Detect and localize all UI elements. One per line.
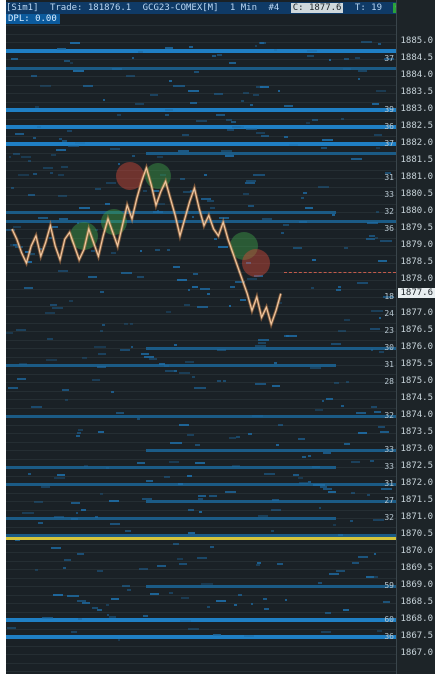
- current-price-tag: 1877.6: [398, 287, 435, 298]
- price-line-path: [11, 165, 282, 327]
- depth-volume-label: 36: [384, 122, 394, 131]
- price-tick: 1881.5: [400, 155, 433, 165]
- price-tick: 1884.0: [400, 70, 433, 80]
- price-tick: 1868.0: [400, 614, 433, 624]
- price-tick: 1878.5: [400, 257, 433, 267]
- price-tick: 1873.0: [400, 444, 433, 454]
- price-axis[interactable]: 1885.0 1884.5 1884.0 1883.5 1883.0 1882.5 1882…: [396, 0, 435, 674]
- depth-volume-label: 36: [384, 224, 394, 233]
- price-tick: 1883.5: [400, 87, 433, 97]
- depth-volume-label: 31: [384, 360, 394, 369]
- price-tick: 1882.0: [400, 138, 433, 148]
- price-tick: 1879.5: [400, 223, 433, 233]
- depth-volume-label: 32: [384, 207, 394, 216]
- price-tick: 1881.0: [400, 172, 433, 182]
- depth-volume-label: 37: [384, 139, 394, 148]
- price-tick: 1871.0: [400, 512, 433, 522]
- sim-mode: [Sim1]: [6, 3, 39, 13]
- price-tick: 1875.0: [400, 376, 433, 386]
- depth-volume-label: 59: [384, 581, 394, 590]
- price-tick: 1875.5: [400, 359, 433, 369]
- depth-volume-label: 33: [384, 445, 394, 454]
- price-tick: 1874.0: [400, 410, 433, 420]
- price-tick: 1869.0: [400, 580, 433, 590]
- depth-volume-label: 32: [384, 513, 394, 522]
- price-tick: 1868.5: [400, 597, 433, 607]
- current-price-line: [284, 272, 396, 274]
- chart-header: [Sim1] Trade: 181876.1 GCG23-COMEX[M] 1 …: [6, 2, 409, 14]
- price-tick: 1867.5: [400, 631, 433, 641]
- price-tick: 1883.0: [400, 104, 433, 114]
- price-tick: 1880.5: [400, 189, 433, 199]
- price-tick: 1871.5: [400, 495, 433, 505]
- price-tick: 1872.5: [400, 461, 433, 471]
- price-tick: 1872.0: [400, 478, 433, 488]
- price-line: [10, 162, 283, 330]
- depth-volume-label: 37: [384, 54, 394, 63]
- price-tick: 1879.0: [400, 240, 433, 250]
- depth-chart[interactable]: 37 39 36 37 31 33 32 36 18 24 23 30 31 28 32 33 33 31 27 32…: [6, 0, 396, 674]
- window: 37 39 36 37 31 33 32 36 18 24 23 30 31 28 32 33 33 31 27 32…: [0, 0, 437, 674]
- price-tick: 1878.0: [400, 274, 433, 284]
- price-line-glow: [10, 162, 283, 330]
- price-tick: 1870.5: [400, 529, 433, 539]
- interval-label[interactable]: 1 Min: [230, 3, 257, 13]
- chart-index: #4: [268, 3, 280, 13]
- price-tick: 1876.0: [400, 342, 433, 352]
- price-tick: 1870.0: [400, 546, 433, 556]
- depth-volume-label: 31: [384, 173, 394, 182]
- price-tick: 1880.0: [400, 206, 433, 216]
- close-price: C: 1877.6: [290, 3, 344, 13]
- depth-volume-label: 60: [384, 615, 394, 624]
- price-tick: 1882.5: [400, 121, 433, 131]
- depth-volume-label: 32: [384, 411, 394, 420]
- price-tick: 1873.5: [400, 427, 433, 437]
- trade-label: Trade: 181876.1: [49, 3, 132, 13]
- depth-volume-label: 36: [384, 632, 394, 641]
- depth-volume-label: 33: [384, 462, 394, 471]
- depth-volume-label: 18: [384, 292, 394, 301]
- price-tick: 1885.0: [400, 36, 433, 46]
- price-tick: 1867.0: [400, 648, 433, 658]
- depth-volume-label: 24: [384, 309, 394, 318]
- price-tick: 1876.5: [400, 325, 433, 335]
- depth-volume-label: 39: [384, 105, 394, 114]
- price-tick: 1877.0: [400, 308, 433, 318]
- pnl-label: DPL: 0.00: [6, 14, 60, 24]
- depth-volume-label: 23: [384, 326, 394, 335]
- depth-volume-label: 28: [384, 377, 394, 386]
- depth-volume-label: 33: [384, 190, 394, 199]
- time-label: T: 19: [354, 3, 382, 13]
- symbol-label[interactable]: GCG23-COMEX[M]: [143, 3, 219, 13]
- depth-volume-label: 31: [384, 479, 394, 488]
- price-tick: 1874.5: [400, 393, 433, 403]
- depth-volume-label: 30: [384, 343, 394, 352]
- price-tick: 1869.5: [400, 563, 433, 573]
- price-tick: 1884.5: [400, 53, 433, 63]
- depth-volume-label: 27: [384, 496, 394, 505]
